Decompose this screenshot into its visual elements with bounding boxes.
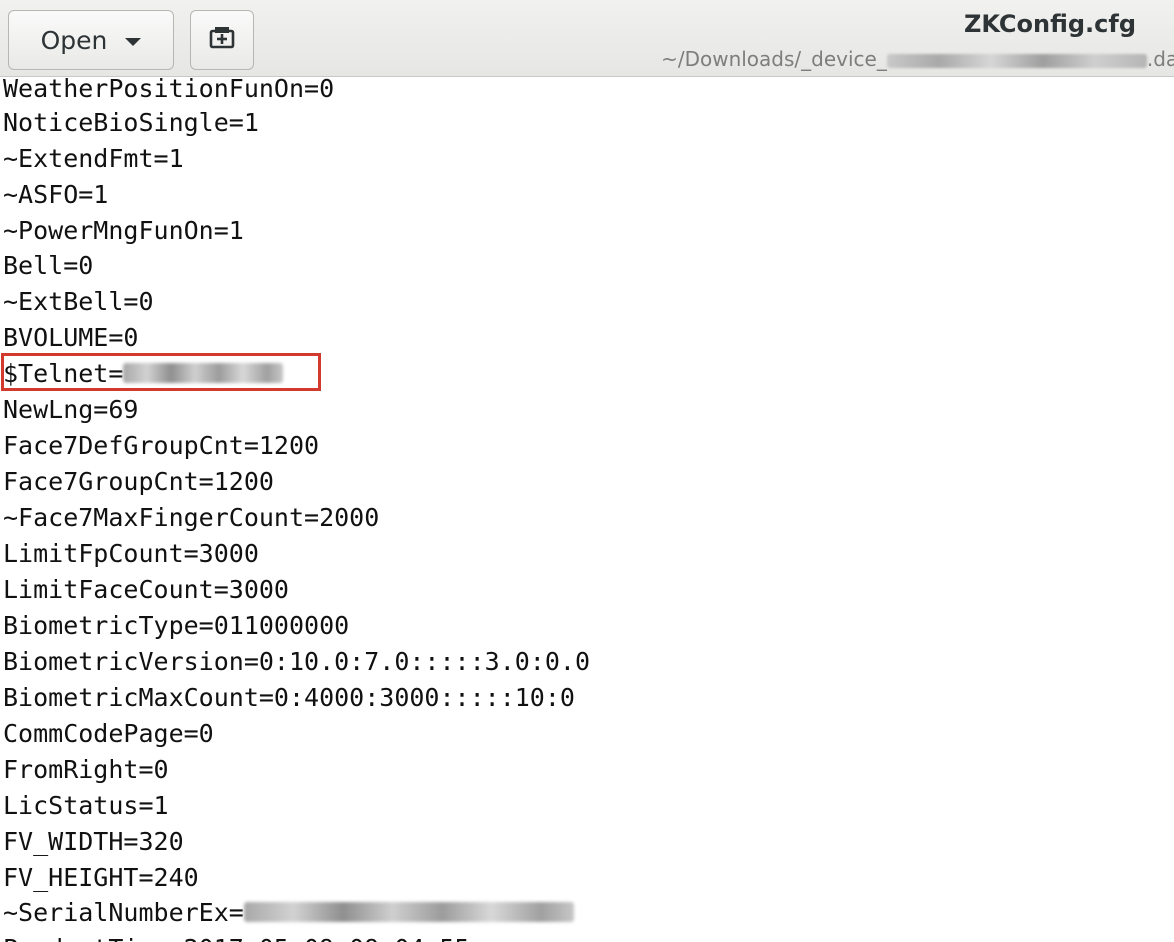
config-line: WeatherPositionFunOn=0 xyxy=(3,77,335,103)
config-line: ~ExtBell=0 xyxy=(3,287,154,316)
open-button-label: Open xyxy=(40,25,108,55)
config-line: BiometricType=011000000 xyxy=(3,611,350,640)
text-editor-window: Open ZKConfig.cfg ~/Downloads/_device_ .d… xyxy=(0,0,1174,942)
serial-key: ~SerialNumberEx= xyxy=(3,898,244,927)
new-document-button[interactable] xyxy=(190,10,254,70)
new-document-icon xyxy=(208,25,236,56)
config-line: Face7DefGroupCnt=1200 xyxy=(3,431,320,460)
config-line: ProductTime=2017-05-09 09:04:55 xyxy=(3,931,470,942)
window-title: ZKConfig.cfg xyxy=(963,10,1136,38)
config-line: NoticeBioSingle=1 xyxy=(3,108,259,137)
config-line: BiometricMaxCount=0:4000:3000:::::10:0 xyxy=(3,683,575,712)
config-line: ~PowerMngFunOn=1 xyxy=(3,216,244,245)
redacted-path xyxy=(886,53,1147,68)
config-line: LicStatus=1 xyxy=(3,791,169,820)
file-path-suffix: .dat xyxy=(1146,47,1174,71)
window-subtitle: ~/Downloads/_device_ .dat xyxy=(661,47,1174,71)
config-line: ~ASFO=1 xyxy=(3,180,109,209)
config-line: Bell=0 xyxy=(3,251,94,280)
config-line: ~ExtendFmt=1 xyxy=(3,144,184,173)
redacted-value xyxy=(243,902,574,922)
header-bar: Open ZKConfig.cfg ~/Downloads/_device_ .d… xyxy=(0,0,1174,77)
config-line: FromRight=0 xyxy=(3,755,169,784)
serial-config-line: ~SerialNumberEx= xyxy=(3,895,574,931)
config-line: BiometricVersion=0:10.0:7.0:::::3.0:0.0 xyxy=(3,647,590,676)
open-button[interactable]: Open xyxy=(8,10,174,70)
file-path-prefix: ~/Downloads/_device_ xyxy=(661,47,887,71)
config-line: CommCodePage=0 xyxy=(3,719,214,748)
config-line: NewLng=69 xyxy=(3,395,139,424)
config-line: FV_WIDTH=320 xyxy=(3,827,184,856)
title-block: ZKConfig.cfg ~/Downloads/_device_ .dat xyxy=(574,0,1174,76)
config-line: LimitFaceCount=3000 xyxy=(3,575,289,604)
highlight-box xyxy=(1,353,321,391)
config-line: LimitFpCount=3000 xyxy=(3,539,259,568)
text-view[interactable]: WeatherPositionFunOn=0 NoticeBioSingle=1… xyxy=(0,77,1174,942)
config-line: FV_HEIGHT=240 xyxy=(3,863,199,892)
chevron-down-icon xyxy=(125,38,142,46)
config-line: Face7GroupCnt=1200 xyxy=(3,467,274,496)
config-line: BVOLUME=0 xyxy=(3,323,139,352)
config-line: ~Face7MaxFingerCount=2000 xyxy=(3,503,380,532)
